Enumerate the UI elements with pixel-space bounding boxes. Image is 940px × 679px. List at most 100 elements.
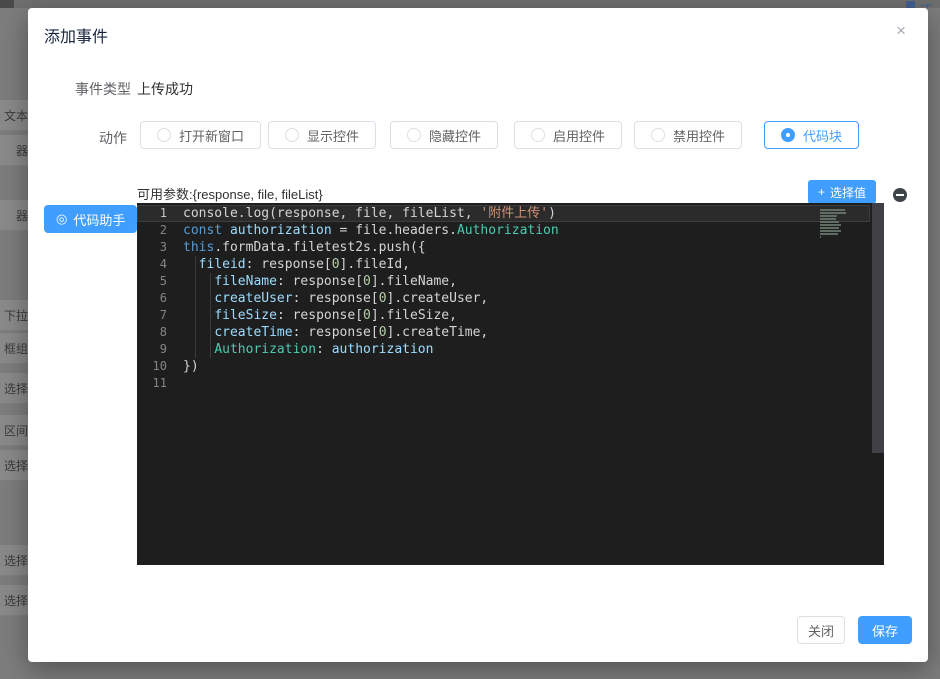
code-token: : response[ — [245, 257, 332, 272]
minimap — [820, 209, 856, 242]
remove-block-icon[interactable] — [893, 188, 907, 202]
action-option-label: 打开新窗口 — [179, 128, 245, 144]
line-number: 4 — [159, 257, 167, 271]
code-line-4[interactable]: 4 fileid: response[0].fileId, — [137, 256, 884, 273]
background-mode-icon — [905, 1, 915, 8]
action-option-label: 启用控件 — [553, 128, 606, 144]
code-token: this — [183, 240, 215, 255]
minimap-line — [820, 236, 821, 238]
code-token: 0 — [378, 291, 387, 306]
code-token: = file.headers. — [331, 223, 457, 238]
minimap-line — [820, 227, 839, 229]
select-value-label: 选择值 — [830, 185, 867, 200]
code-token: const — [183, 223, 230, 238]
background-component-item: 器 — [0, 135, 28, 166]
radio-icon — [407, 128, 421, 142]
background-logo-corner — [0, 0, 14, 8]
select-value-button[interactable]: + 选择值 — [808, 180, 877, 204]
close-icon[interactable]: × — [896, 22, 906, 39]
event-type-value: 上传成功 — [137, 81, 193, 97]
code-line-6[interactable]: 6 createUser: response[0].createUser, — [137, 290, 884, 307]
code-token: ) — [548, 206, 556, 221]
line-number: 3 — [159, 240, 167, 254]
code-line-2[interactable]: 2 const authorization = file.headers.Auth… — [137, 222, 884, 239]
action-label: 动作 — [99, 130, 127, 146]
minimap-line — [820, 209, 845, 211]
indent-guide — [195, 256, 196, 358]
code-assistant-button[interactable]: ◎ 代码助手 — [44, 205, 138, 233]
code-token: authorization — [229, 223, 332, 238]
line-number: 8 — [159, 325, 167, 339]
code-token: fileName — [214, 274, 277, 289]
dialog-title: 添加事件 — [44, 29, 109, 46]
code-token: 0 — [331, 257, 340, 272]
code-token: : response[ — [276, 308, 364, 323]
save-button[interactable]: 保存 — [858, 616, 912, 644]
code-token: Authorization — [456, 223, 559, 238]
code-token: ].fileName, — [370, 274, 457, 289]
code-line-7[interactable]: 7 fileSize: response[0].fileSize, — [137, 307, 884, 324]
minimap-line — [820, 230, 841, 232]
background-component-item: 选择 — [0, 373, 28, 404]
background-component-item: 框组 — [0, 333, 28, 364]
minimap-line — [820, 218, 836, 220]
radio-icon — [651, 128, 665, 142]
code-token: ].fileId, — [339, 257, 410, 272]
code-line-1[interactable]: 1 console.log(response, file, fileList, '… — [137, 205, 870, 222]
minimap-line — [820, 233, 838, 235]
action-option-label: 隐藏控件 — [429, 128, 482, 144]
radio-icon — [157, 128, 171, 142]
assistant-label: 代码助手 — [73, 212, 126, 228]
code-token: console.log(response, file, fileList, — [183, 206, 481, 221]
action-option-4[interactable]: 启用控件 — [514, 121, 623, 149]
assistant-icon: ◎ — [56, 211, 68, 226]
plus-icon: + — [818, 185, 826, 199]
background-component-item: 选择 — [0, 545, 28, 576]
background-mode-label: 式 — [920, 0, 932, 8]
close-button[interactable]: 关闭 — [797, 616, 845, 644]
action-option-5[interactable]: 禁用控件 — [634, 121, 743, 149]
code-token: }) — [183, 359, 199, 374]
line-number: 9 — [159, 342, 167, 356]
background-topbar-fragment: 式 — [905, 0, 932, 8]
code-line-3[interactable]: 3 this.formData.filetest2s.push({ — [137, 239, 884, 256]
code-token: 0 — [363, 308, 371, 323]
code-line-11[interactable]: 11 — [137, 375, 884, 392]
screen: 式 文本器器下拉框组选择区间选择选择选择 添加事件 × 事件类型 上传成功 动作… — [0, 0, 940, 679]
minimap-line — [820, 224, 841, 226]
code-line-5[interactable]: 5 fileName: response[0].fileName, — [137, 273, 884, 290]
radio-icon — [781, 128, 795, 142]
code-line-8[interactable]: 8 createTime: response[0].createTime, — [137, 324, 884, 341]
code-token: createUser — [214, 291, 293, 306]
line-number: 2 — [159, 223, 167, 237]
line-number: 10 — [152, 359, 167, 373]
code-line-9[interactable]: 9 Authorization: authorization — [137, 341, 884, 358]
line-number: 6 — [159, 291, 167, 305]
editor-scrollbar[interactable] — [872, 203, 884, 453]
action-option-2[interactable]: 显示控件 — [268, 121, 377, 149]
background-component-item: 区间 — [0, 415, 28, 446]
code-editor[interactable]: 1 console.log(response, file, fileList, '… — [137, 203, 884, 565]
action-option-1[interactable]: 打开新窗口 — [140, 121, 262, 149]
available-params-hint: 可用参数:{response, file, fileList} — [137, 187, 323, 202]
code-token: fileSize — [214, 308, 277, 323]
line-number: 11 — [152, 376, 167, 390]
action-option-label: 禁用控件 — [673, 128, 726, 144]
action-option-3[interactable]: 隐藏控件 — [390, 121, 499, 149]
code-token: : response[ — [292, 325, 379, 340]
background-component-item: 选择 — [0, 585, 28, 616]
line-number: 5 — [159, 274, 167, 288]
radio-icon — [531, 128, 545, 142]
background-component-item: 下拉 — [0, 300, 28, 331]
background-component-item: 选择 — [0, 450, 28, 481]
background-topbar: 式 — [0, 0, 940, 8]
event-type-label: 事件类型 — [75, 81, 131, 97]
line-number: 1 — [159, 206, 167, 220]
action-option-6[interactable]: 代码块 — [764, 121, 860, 149]
code-token: .formData.filetest2s.push({ — [214, 240, 426, 255]
background-component-item: 器 — [0, 200, 28, 231]
code-token: '附件上传' — [480, 206, 549, 221]
code-line-10[interactable]: 10}) — [137, 358, 884, 375]
action-option-label: 显示控件 — [307, 128, 360, 144]
